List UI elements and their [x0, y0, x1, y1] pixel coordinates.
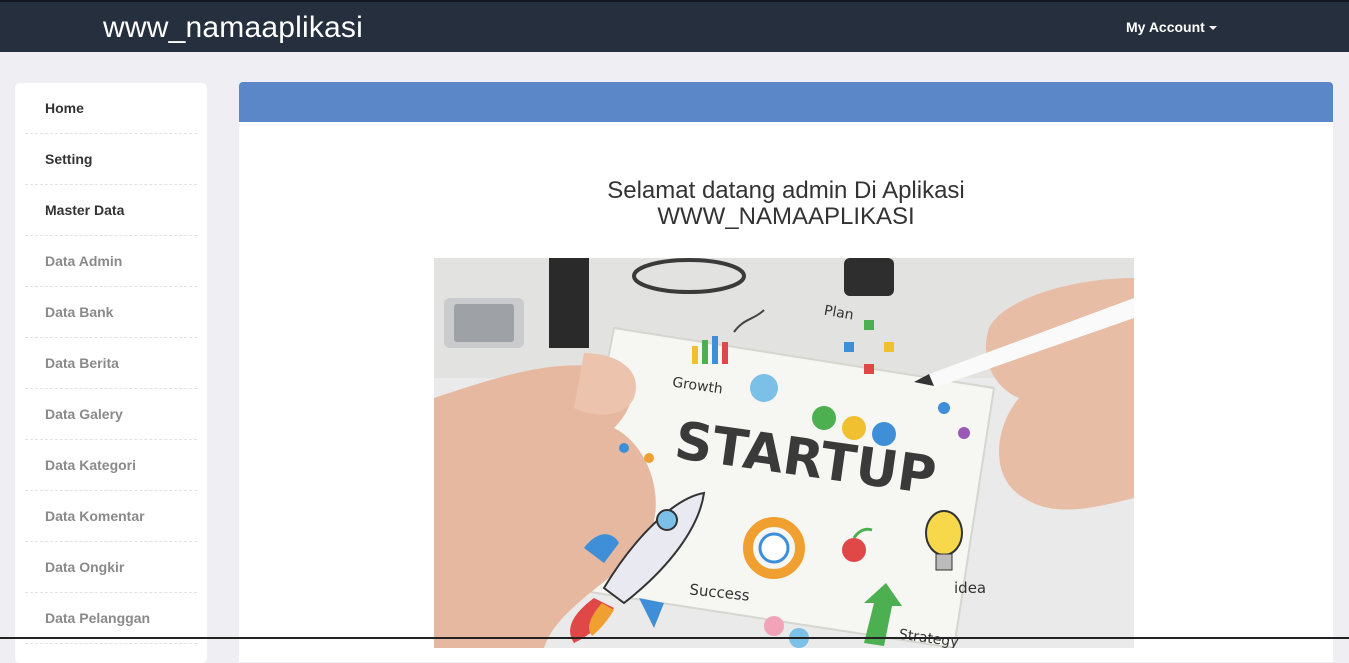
- startup-illustration: STARTUP Growth Plan idea Success Strateg…: [434, 258, 1134, 648]
- sidebar-item-label: Data Admin: [45, 253, 123, 269]
- sidebar-item-label: Data Kategori: [45, 457, 137, 473]
- sidebar-item-label: Data Galery: [45, 406, 123, 422]
- idea-label: idea: [954, 579, 986, 597]
- sidebar-item-data-komentar[interactable]: Data Komentar: [25, 491, 197, 542]
- my-account-dropdown[interactable]: My Account: [1126, 19, 1217, 35]
- main-panel: Selamat datang admin Di Aplikasi WWW_NAM…: [239, 82, 1333, 662]
- caret-down-icon: [1208, 26, 1217, 31]
- welcome-line-2: WWW_NAMAAPLIKASI: [657, 203, 915, 230]
- sidebar-item-master-data[interactable]: Master Data: [25, 185, 197, 236]
- welcome-message: Selamat datang admin Di Aplikasi WWW_NAM…: [239, 178, 1333, 230]
- sidebar-item-label: Home: [45, 100, 84, 116]
- sidebar-item-label: Data Berita: [45, 355, 119, 371]
- brand-title[interactable]: www_namaaplikasi: [103, 11, 363, 45]
- sidebar-item-data-bank[interactable]: Data Bank: [25, 287, 197, 338]
- sidebar-item-data-galery[interactable]: Data Galery: [25, 389, 197, 440]
- sidebar-item-label: Master Data: [45, 202, 125, 218]
- panel-header: [239, 82, 1333, 122]
- startup-illustration-svg: STARTUP Growth Plan idea Success Strateg…: [434, 258, 1134, 648]
- sidebar-menu: Home Setting Master Data Data Admin Data…: [15, 83, 207, 644]
- sidebar-item-label: Data Ongkir: [45, 559, 125, 575]
- sidebar-item-label: Data Komentar: [45, 508, 145, 524]
- sidebar-item-data-kategori[interactable]: Data Kategori: [25, 440, 197, 491]
- sidebar-item-label: Data Bank: [45, 304, 114, 320]
- sidebar-item-data-admin[interactable]: Data Admin: [25, 236, 197, 287]
- my-account-label: My Account: [1126, 19, 1205, 35]
- welcome-line-1: Selamat datang admin Di Aplikasi: [607, 177, 965, 204]
- sidebar-item-label: Setting: [45, 151, 93, 167]
- sidebar-item-data-ongkir[interactable]: Data Ongkir: [25, 542, 197, 593]
- sidebar-item-home[interactable]: Home: [25, 83, 197, 134]
- sidebar-item-label: Data Pelanggan: [45, 610, 151, 626]
- top-navbar: www_namaaplikasi My Account: [0, 0, 1349, 52]
- sidebar-item-data-berita[interactable]: Data Berita: [25, 338, 197, 389]
- sidebar: Home Setting Master Data Data Admin Data…: [15, 83, 207, 663]
- sidebar-item-setting[interactable]: Setting: [25, 134, 197, 185]
